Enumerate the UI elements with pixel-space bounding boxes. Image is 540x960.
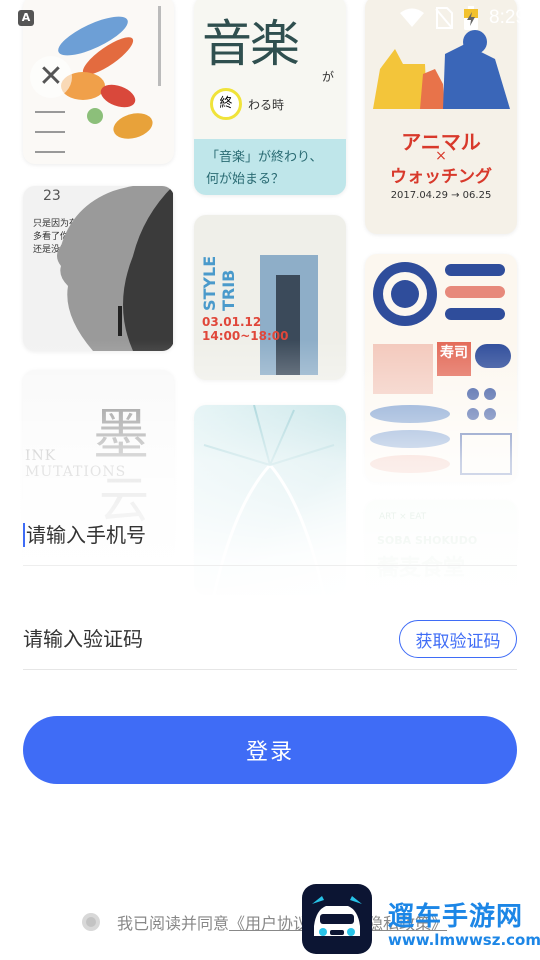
get-code-button[interactable]: 获取验证码 (399, 620, 517, 658)
text-cursor (23, 523, 25, 547)
close-icon[interactable]: ✕ (30, 56, 72, 98)
notification-badge-icon: A (18, 10, 34, 26)
agreement-prefix: 我已阅读并同意 (117, 914, 230, 933)
status-bar: A 8:29 (0, 0, 540, 36)
battery-charging-icon (464, 6, 479, 30)
poster-text: わる時 (248, 98, 285, 112)
code-field[interactable]: 获取验证码 (23, 609, 517, 670)
watermark-logo (302, 884, 372, 954)
poster-style: STYLE TRIB 03.01.12 14:00~18:00 (194, 215, 346, 380)
poster-sushi: 寿司 (365, 254, 517, 482)
watermark-url: www.lmwwsz.com (388, 931, 540, 949)
poster-label: 寿司 (440, 345, 468, 361)
poster-caption: 「音楽」が終わり、 (206, 150, 323, 165)
poster-vertical-title: STYLE TRIB (200, 255, 238, 311)
clock: 8:29 (489, 7, 526, 28)
phone-field[interactable] (23, 505, 517, 566)
poster-title2: ウォッチング (390, 167, 492, 187)
poster-big-char: 墨 (93, 403, 149, 468)
phone-input[interactable] (26, 523, 386, 547)
poster-time: 14:00~18:00 (202, 329, 289, 343)
watermark-title: 遛车手游网 (388, 902, 524, 932)
poster-date: 2017.04.29 → 06.25 (390, 190, 492, 201)
poster-portrait: 23 只是因为在人群中 多看了你一眼 还是没能就下你的容颜 (23, 186, 174, 351)
poster-en: INK (25, 448, 57, 464)
poster-subtitle: が (322, 70, 335, 84)
watermark-text: 遛车手游网 www.lmwwsz.com (388, 896, 540, 949)
poster-date: 03.01.12 (202, 315, 262, 329)
poster-caption: 何が始まる？ (206, 172, 285, 187)
poster-en: MUTATIONS (25, 464, 127, 480)
agree-radio[interactable] (82, 913, 100, 931)
login-button[interactable]: 登录 (23, 716, 517, 784)
no-sim-icon (435, 7, 454, 29)
poster-circle: 終 (210, 88, 242, 120)
code-input[interactable] (23, 627, 383, 651)
poster-palm (194, 405, 346, 595)
wifi-icon (400, 8, 425, 27)
